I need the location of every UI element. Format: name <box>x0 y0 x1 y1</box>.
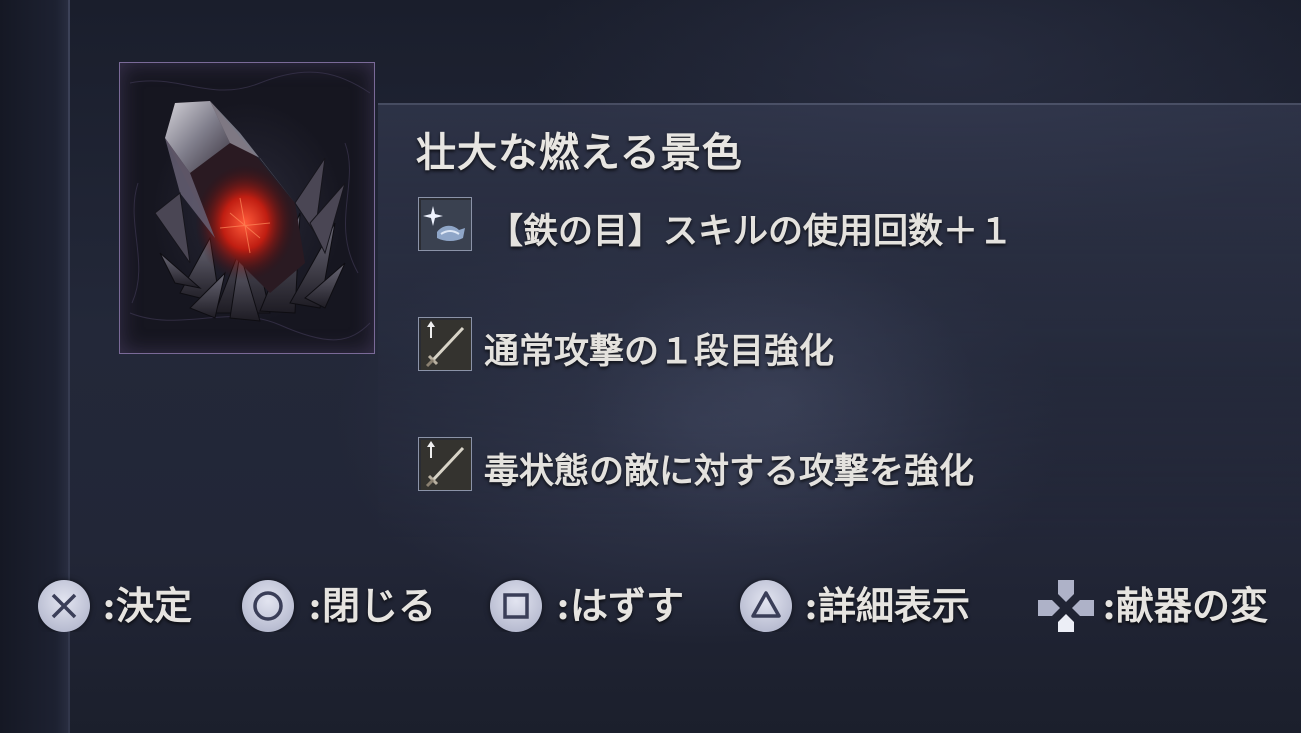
dpad-icon <box>1038 580 1094 632</box>
unequip-prompt[interactable]: :はずす <box>490 572 740 632</box>
background-texture <box>580 250 980 550</box>
triangle-button-icon <box>740 580 792 632</box>
details-prompt[interactable]: :詳細表示 <box>740 572 1030 632</box>
relic-detail-screen: 壮大な燃える景色 【鉄の目】スキルの使用回数＋１ 通常攻撃の１段目強化 毒状態の… <box>0 0 1301 733</box>
confirm-label: :決定 <box>102 583 193 628</box>
details-label: :詳細表示 <box>804 583 971 628</box>
unequip-label: :はずす <box>556 583 685 628</box>
effect-row: 毒状態の敵に対する攻撃を強化 <box>418 437 1118 493</box>
sword-up-icon <box>418 317 472 371</box>
close-label: :閉じる <box>308 583 437 628</box>
effect-text: 通常攻撃の１段目強化 <box>484 331 835 372</box>
iron-eye-skill-icon <box>418 197 472 251</box>
button-prompt-bar: :決定 :閉じる :はずす :詳細表示:献器の変 <box>38 572 1301 632</box>
change-vessel-label: :献器の変 <box>1102 583 1269 628</box>
relic-name: 壮大な燃える景色 <box>416 129 743 176</box>
cross-button-icon <box>38 580 90 632</box>
effect-row: 通常攻撃の１段目強化 <box>418 317 1118 373</box>
burning-crystal-icon <box>129 71 371 341</box>
effect-row: 【鉄の目】スキルの使用回数＋１ <box>418 197 1118 253</box>
relic-image-frame <box>119 62 375 354</box>
close-prompt[interactable]: :閉じる <box>242 572 492 632</box>
circle-button-icon <box>242 580 294 632</box>
confirm-prompt[interactable]: :決定 <box>38 572 238 632</box>
square-button-icon <box>490 580 542 632</box>
change-vessel-prompt[interactable]: :献器の変 <box>1038 572 1301 632</box>
effect-text: 毒状態の敵に対する攻撃を強化 <box>484 451 975 492</box>
effect-text: 【鉄の目】スキルの使用回数＋１ <box>488 211 1014 252</box>
sword-up-icon <box>418 437 472 491</box>
